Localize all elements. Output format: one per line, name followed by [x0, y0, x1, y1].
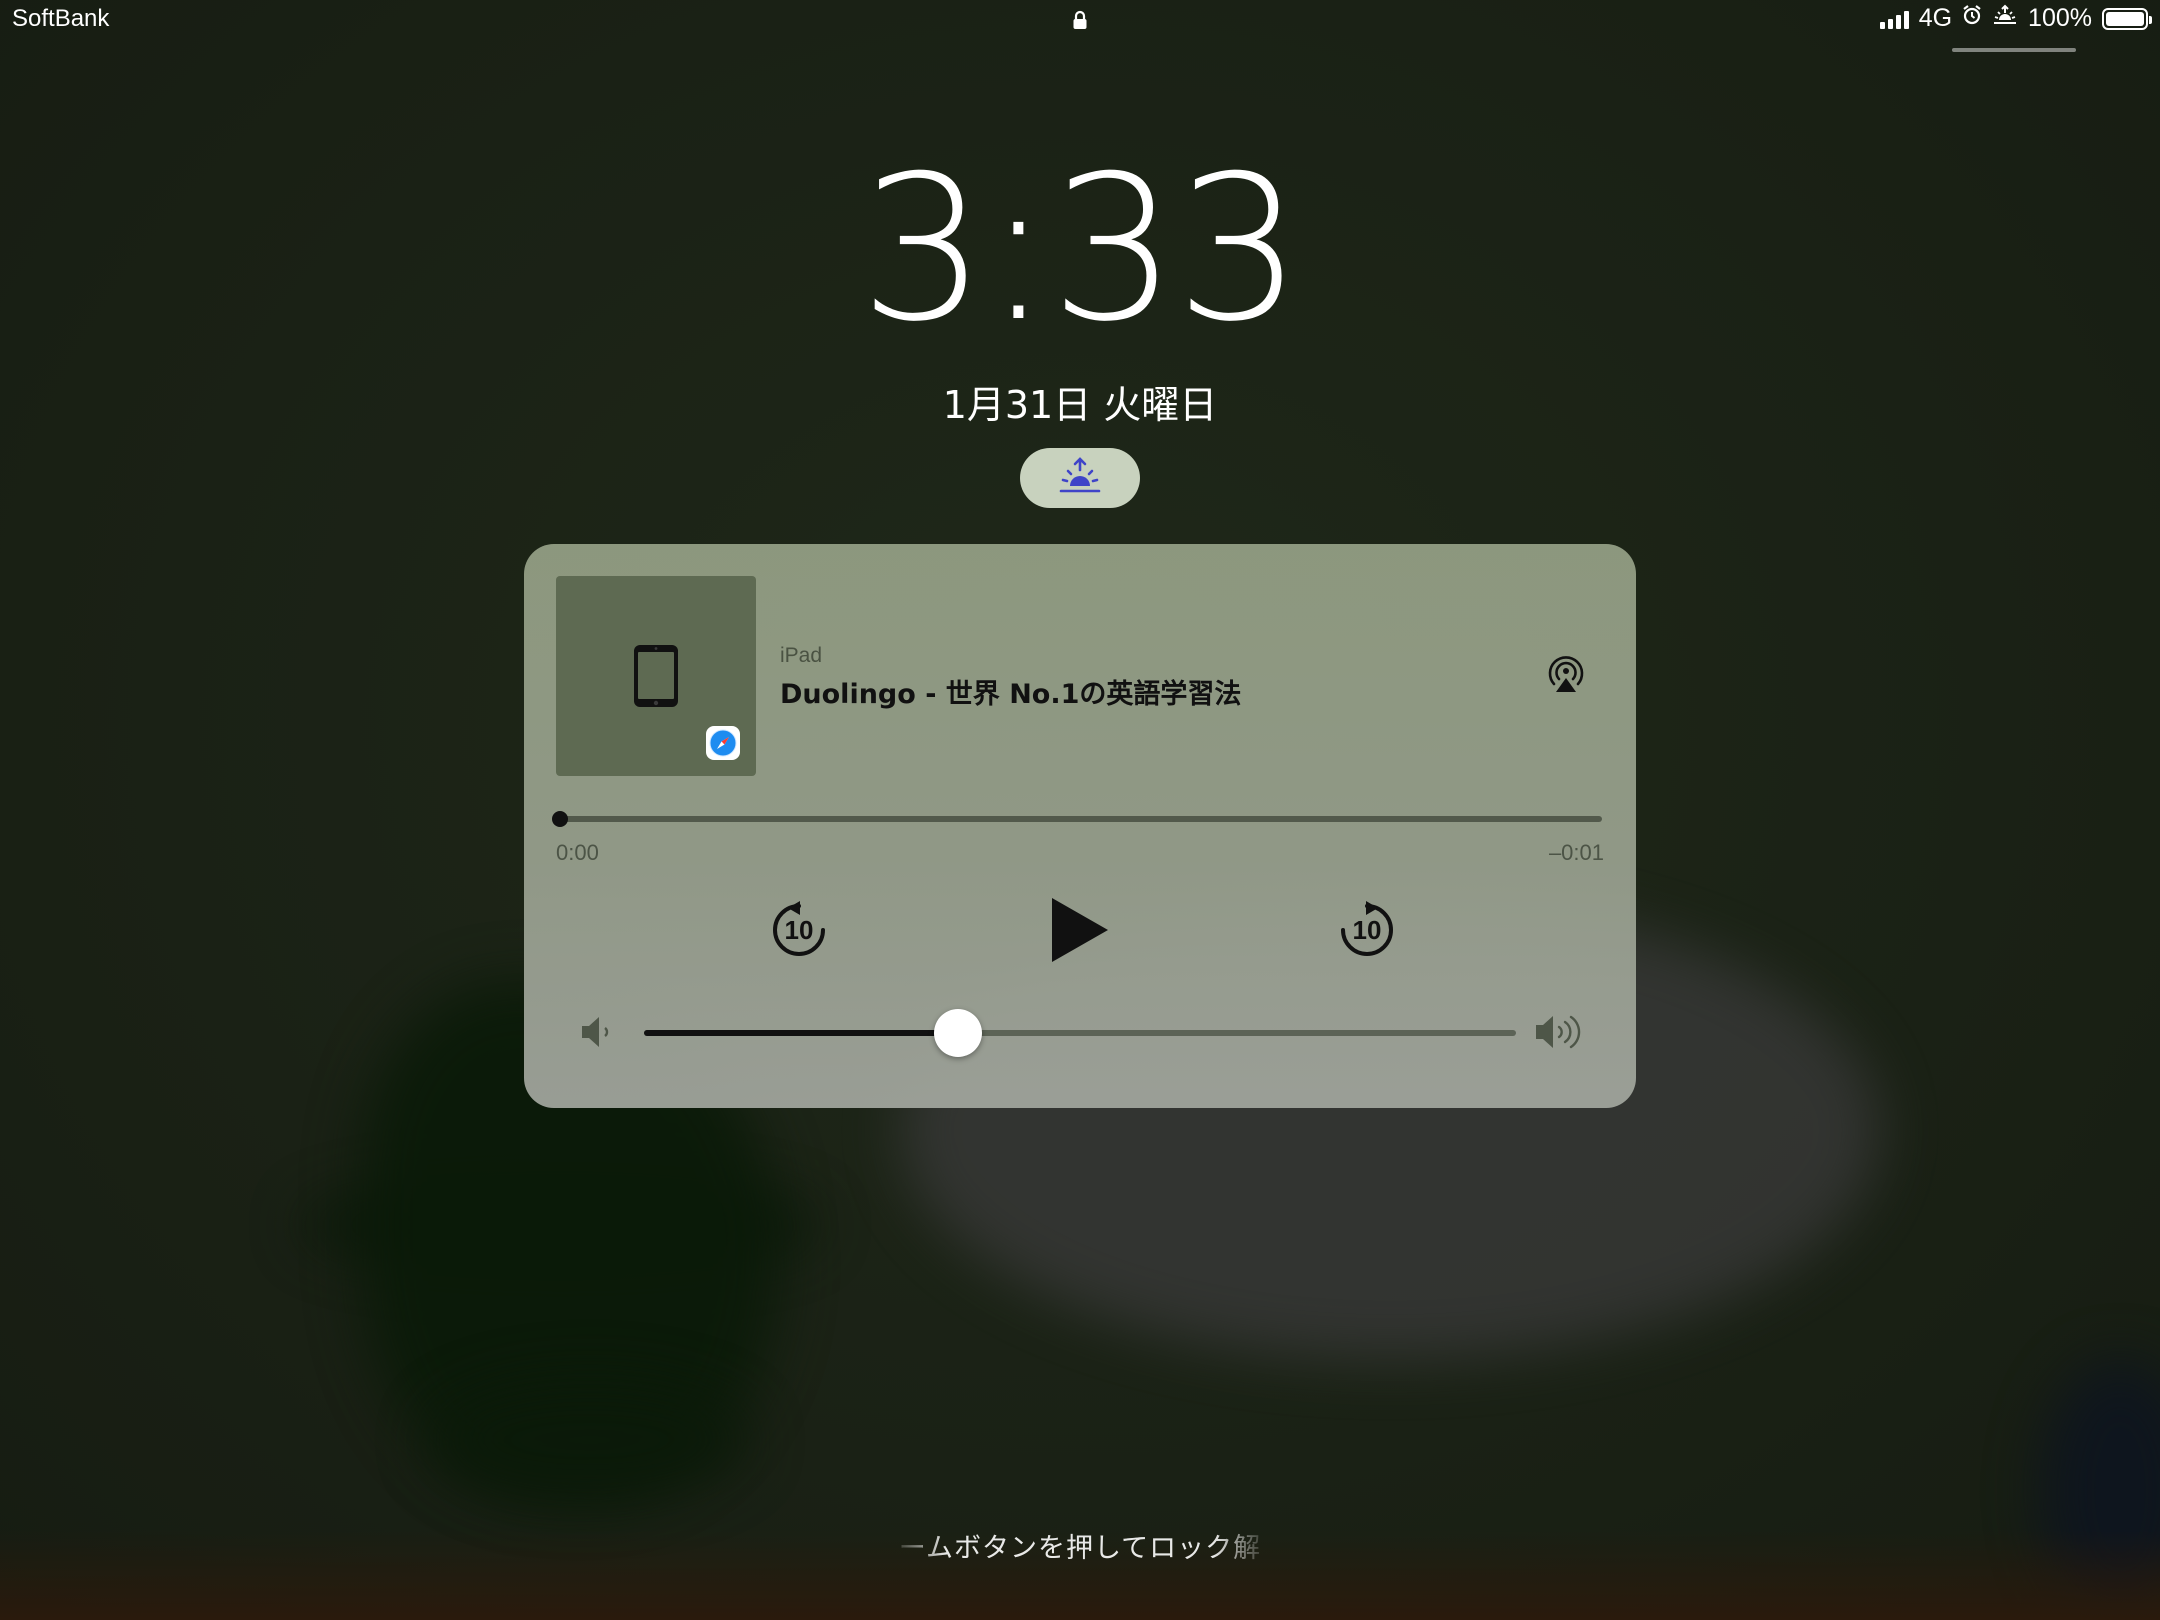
lock-screen-date: 1月31日 火曜日: [942, 383, 1218, 427]
lock-screen-time: 3:33: [859, 133, 1302, 366]
battery-percent: 100%: [2028, 4, 2092, 32]
safari-icon: [706, 726, 740, 760]
control-center-grabber[interactable]: [1952, 48, 2076, 52]
lock-icon: [1072, 8, 1088, 36]
ipad-icon: [632, 643, 680, 713]
play-icon: [1052, 898, 1108, 962]
elapsed-time: 0:00: [556, 840, 599, 865]
alarm-wake-button[interactable]: [1020, 448, 1140, 508]
status-bar: SoftBank 4G 100%: [0, 0, 2160, 60]
playback-progress-track[interactable]: [560, 816, 1602, 822]
play-button[interactable]: [1040, 888, 1120, 972]
signal-strength-icon: [1879, 9, 1909, 29]
carrier-name: SoftBank: [12, 5, 110, 32]
playback-progress-knob[interactable]: [552, 811, 568, 827]
network-type: 4G: [1918, 4, 1953, 32]
unlock-hint: ームボタンを押してロック解: [0, 1526, 2160, 1565]
battery-icon: [2102, 7, 2152, 30]
volume-min-icon: [580, 1014, 614, 1054]
now-playing-card: iPad Duolingo - 世界 No.1の英語学習法 0:00 –0:01…: [524, 544, 1636, 1108]
skip-forward-seconds: 10: [1352, 915, 1382, 945]
airplay-icon: [1548, 656, 1584, 692]
sunrise-icon: [1057, 456, 1103, 500]
airplay-button[interactable]: [1544, 652, 1588, 700]
volume-slider-knob[interactable]: [933, 1009, 982, 1057]
remaining-time: –0:01: [1548, 840, 1604, 865]
volume-max-icon: [1534, 1012, 1584, 1056]
playback-source: iPad: [780, 644, 823, 667]
alarm-icon: [1962, 4, 1982, 33]
track-title: Duolingo - 世界 No.1の英語学習法: [780, 679, 1242, 710]
volume-slider-fill: [644, 1030, 958, 1036]
skip-back-button[interactable]: 10: [764, 896, 834, 966]
night-shift-sunrise-icon: [1992, 4, 2018, 33]
artwork: [556, 576, 756, 776]
skip-forward-button[interactable]: 10: [1332, 896, 1402, 966]
unlock-hint-text: ームボタンを押してロック解: [898, 1533, 1262, 1564]
skip-back-seconds: 10: [784, 915, 814, 945]
